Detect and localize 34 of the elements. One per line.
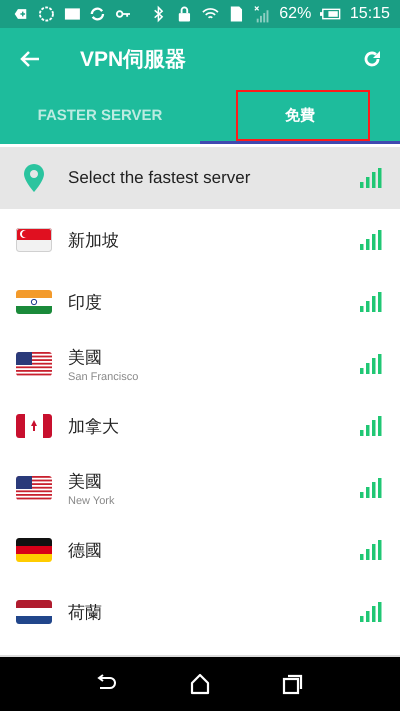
server-name: 美國 bbox=[68, 346, 103, 368]
signal-strength-icon bbox=[360, 540, 382, 560]
no-signal-icon bbox=[253, 5, 270, 23]
signal-strength-icon bbox=[360, 354, 382, 374]
signal-strength-icon bbox=[360, 168, 382, 188]
server-name: 印度 bbox=[68, 292, 103, 314]
flag-icon bbox=[16, 476, 52, 500]
server-city: New York bbox=[68, 494, 116, 506]
flag-icon bbox=[16, 290, 52, 314]
server-city: San Francisco bbox=[68, 370, 140, 382]
flag-icon bbox=[16, 600, 52, 624]
flag-icon bbox=[16, 228, 52, 252]
flag-icon bbox=[16, 538, 52, 562]
signal-strength-icon bbox=[360, 478, 382, 498]
signal-strength-icon bbox=[360, 292, 382, 312]
screen-title: VPN伺服器 bbox=[80, 47, 188, 73]
server-name: 加拿大 bbox=[68, 416, 120, 438]
server-name: 德國 bbox=[68, 540, 103, 562]
flag-icon bbox=[16, 414, 52, 438]
server-name: Select the fastest server bbox=[68, 168, 252, 188]
signal-strength-icon bbox=[360, 230, 382, 250]
battery-icon bbox=[320, 8, 341, 20]
home-button[interactable] bbox=[188, 673, 211, 695]
server-name: 新加坡 bbox=[68, 230, 120, 252]
server-row[interactable]: Select the fastest server bbox=[0, 147, 400, 209]
clock: 15:15 bbox=[350, 5, 390, 23]
signal-strength-icon bbox=[360, 602, 382, 622]
flag-icon bbox=[16, 352, 52, 376]
server-name: 荷蘭 bbox=[68, 602, 103, 624]
recent-apps-button[interactable] bbox=[282, 673, 304, 695]
server-name: 美國 bbox=[68, 470, 103, 492]
battery-percentage: 62% bbox=[279, 5, 312, 23]
sync-icon bbox=[89, 5, 106, 23]
signal-strength-icon bbox=[360, 416, 382, 436]
